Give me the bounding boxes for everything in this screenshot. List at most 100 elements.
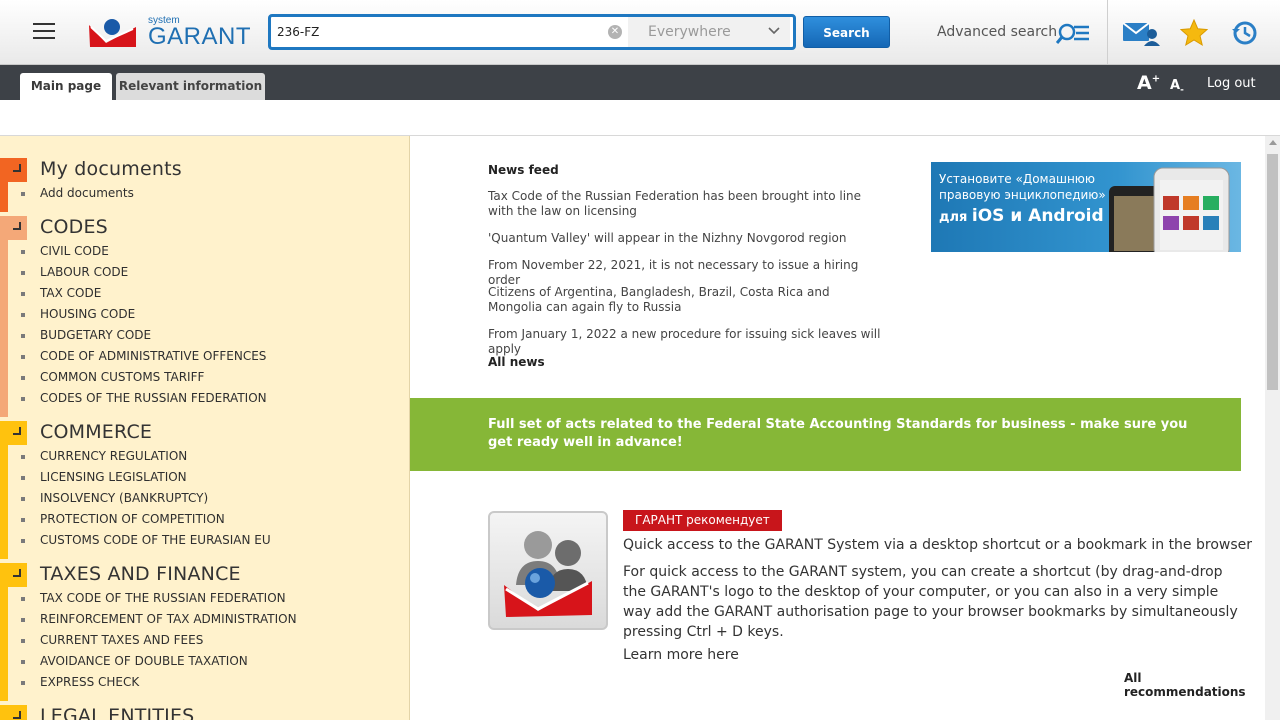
- sidebar-item[interactable]: PROTECTION OF COMPETITION: [40, 512, 225, 526]
- bullet-icon: [21, 476, 25, 480]
- sidebar-item[interactable]: INSOLVENCY (BANKRUPTCY): [40, 491, 208, 505]
- section-collapse-toggle[interactable]: [8, 563, 27, 587]
- garant-logo[interactable]: system GARANT: [88, 14, 252, 54]
- section-collapse-toggle[interactable]: [8, 421, 27, 445]
- banner-platforms-prefix: для: [939, 210, 972, 225]
- bullet-icon: [21, 355, 25, 359]
- learn-more-link[interactable]: Learn more here: [623, 647, 739, 663]
- bullet-icon: [21, 539, 25, 543]
- collapse-corner-icon: [13, 164, 21, 172]
- search-button[interactable]: Search: [803, 16, 890, 48]
- sidebar-section-title[interactable]: CODES: [40, 216, 108, 238]
- all-recommendations-link[interactable]: All recommendations: [1124, 671, 1265, 699]
- banner-platforms: для iOS и Android: [939, 206, 1104, 226]
- sidebar-item[interactable]: TAX CODE OF THE RUSSIAN FEDERATION: [40, 591, 286, 605]
- news-item[interactable]: From January 1, 2022 a new procedure for…: [488, 327, 883, 357]
- banner-platforms-main: iOS и Android: [971, 206, 1104, 226]
- scrollbar-thumb[interactable]: [1267, 154, 1278, 390]
- collapse-corner-icon: [13, 569, 21, 577]
- bullet-icon: [21, 397, 25, 401]
- bullet-icon: [21, 292, 25, 296]
- news-item[interactable]: Tax Code of the Russian Federation has b…: [488, 189, 883, 219]
- logo-text: GARANT: [148, 23, 252, 50]
- section-color-bar: [0, 705, 8, 720]
- sidebar-item[interactable]: CODES OF THE RUSSIAN FEDERATION: [40, 391, 267, 405]
- section-color-bar: [0, 216, 8, 417]
- bullet-icon: [21, 271, 25, 275]
- favorites-star-icon[interactable]: [1180, 19, 1208, 47]
- tab-relevant-information[interactable]: Relevant information: [116, 73, 265, 100]
- bullet-icon: [21, 597, 25, 601]
- sidebar-section-title[interactable]: LEGAL ENTITIES: [40, 705, 194, 720]
- collapse-corner-icon: [13, 711, 21, 719]
- top-header: system GARANT ✕ Everywhere Search Advanc…: [0, 0, 1280, 65]
- search-scope-select[interactable]: Everywhere: [628, 17, 790, 47]
- news-feed-title: News feed: [488, 163, 559, 177]
- sidebar-section: My documents Add documents: [0, 158, 409, 212]
- recommendation-heading[interactable]: Quick access to the GARANT System via a …: [623, 537, 1252, 553]
- sidebar-item[interactable]: CUSTOMS CODE OF THE EURASIAN EU: [40, 533, 271, 547]
- section-collapse-toggle[interactable]: [8, 158, 27, 182]
- recommendation-body: For quick access to the GARANT system, y…: [623, 564, 1238, 640]
- history-icon[interactable]: [1230, 19, 1258, 47]
- menu-icon[interactable]: [33, 23, 55, 41]
- phone-image: [1109, 167, 1230, 252]
- advanced-search-link[interactable]: Advanced search: [937, 24, 1057, 40]
- sidebar-item[interactable]: COMMON CUSTOMS TARIFF: [40, 370, 204, 384]
- all-news-link[interactable]: All news: [488, 355, 545, 369]
- news-item[interactable]: From November 22, 2021, it is not necess…: [488, 258, 883, 288]
- section-collapse-toggle[interactable]: [8, 216, 27, 240]
- sidebar-item[interactable]: LICENSING LEGISLATION: [40, 470, 187, 484]
- fsas-promo-banner[interactable]: Full set of acts related to the Federal …: [410, 398, 1241, 471]
- logout-button[interactable]: Log out: [1207, 76, 1256, 91]
- bullet-icon: [21, 618, 25, 622]
- sidebar-item[interactable]: REINFORCEMENT OF TAX ADMINISTRATION: [40, 612, 297, 626]
- sidebar-item[interactable]: CODE OF ADMINISTRATIVE OFFENCES: [40, 349, 266, 363]
- bullet-icon: [21, 660, 25, 664]
- mobile-app-banner[interactable]: Установите «Домашнюю правовую энциклопед…: [931, 162, 1241, 252]
- font-decrease-button[interactable]: A-: [1170, 78, 1184, 96]
- sidebar-item[interactable]: TAX CODE: [40, 286, 101, 300]
- sidebar-item[interactable]: CURRENCY REGULATION: [40, 449, 187, 463]
- sidebar-item[interactable]: CIVIL CODE: [40, 244, 109, 258]
- sidebar-section-title[interactable]: My documents: [40, 158, 182, 180]
- clear-search-icon[interactable]: ✕: [608, 25, 622, 39]
- sidebar-section-title[interactable]: TAXES AND FINANCE: [40, 563, 241, 585]
- sidebar-item[interactable]: BUDGETARY CODE: [40, 328, 151, 342]
- chevron-down-icon: [768, 27, 780, 35]
- bullet-icon: [21, 192, 25, 196]
- sidebar-section: LEGAL ENTITIES: [0, 705, 409, 720]
- users-icon: [504, 531, 592, 617]
- bullet-icon: [21, 334, 25, 338]
- fsas-promo-text: Full set of acts related to the Federal …: [488, 417, 1188, 450]
- sidebar-section-title[interactable]: COMMERCE: [40, 421, 152, 443]
- search-input[interactable]: [277, 21, 603, 43]
- sidebar-item[interactable]: AVOIDANCE OF DOUBLE TAXATION: [40, 654, 248, 668]
- section-color-bar: [0, 421, 8, 559]
- bullet-icon: [21, 681, 25, 685]
- advanced-search-icon[interactable]: [1056, 22, 1090, 46]
- tab-main-page[interactable]: Main page: [20, 73, 112, 100]
- scrollbar[interactable]: [1265, 136, 1280, 720]
- font-increase-button[interactable]: A+: [1137, 72, 1160, 94]
- sidebar-item[interactable]: EXPRESS CHECK: [40, 675, 139, 689]
- sidebar-item[interactable]: CURRENT TAXES AND FEES: [40, 633, 203, 647]
- sidebar-item[interactable]: LABOUR CODE: [40, 265, 128, 279]
- bullet-icon: [21, 313, 25, 317]
- sidebar-item[interactable]: Add documents: [40, 186, 134, 200]
- scroll-up-arrow-icon[interactable]: [1269, 140, 1277, 145]
- search-scope-value: Everywhere: [648, 24, 731, 40]
- section-color-bar: [0, 563, 8, 701]
- sidebar-section: CODES CIVIL CODE LABOUR CODE TAX CODE HOUSIN…: [0, 216, 409, 417]
- sidebar-item[interactable]: HOUSING CODE: [40, 307, 135, 321]
- content-top-strip: [0, 100, 1280, 136]
- section-collapse-toggle[interactable]: [8, 705, 27, 720]
- section-color-bar: [0, 158, 8, 212]
- mail-icon[interactable]: [1122, 20, 1160, 46]
- news-item[interactable]: Citizens of Argentina, Bangladesh, Brazi…: [488, 285, 883, 315]
- bullet-icon: [21, 497, 25, 501]
- main-content: News feed Tax Code of the Russian Federa…: [410, 136, 1265, 720]
- news-item[interactable]: 'Quantum Valley' will appear in the Nizh…: [488, 231, 883, 246]
- search-box: ✕ Everywhere: [268, 14, 796, 50]
- tab-bar: Main page Relevant information: [0, 65, 1280, 100]
